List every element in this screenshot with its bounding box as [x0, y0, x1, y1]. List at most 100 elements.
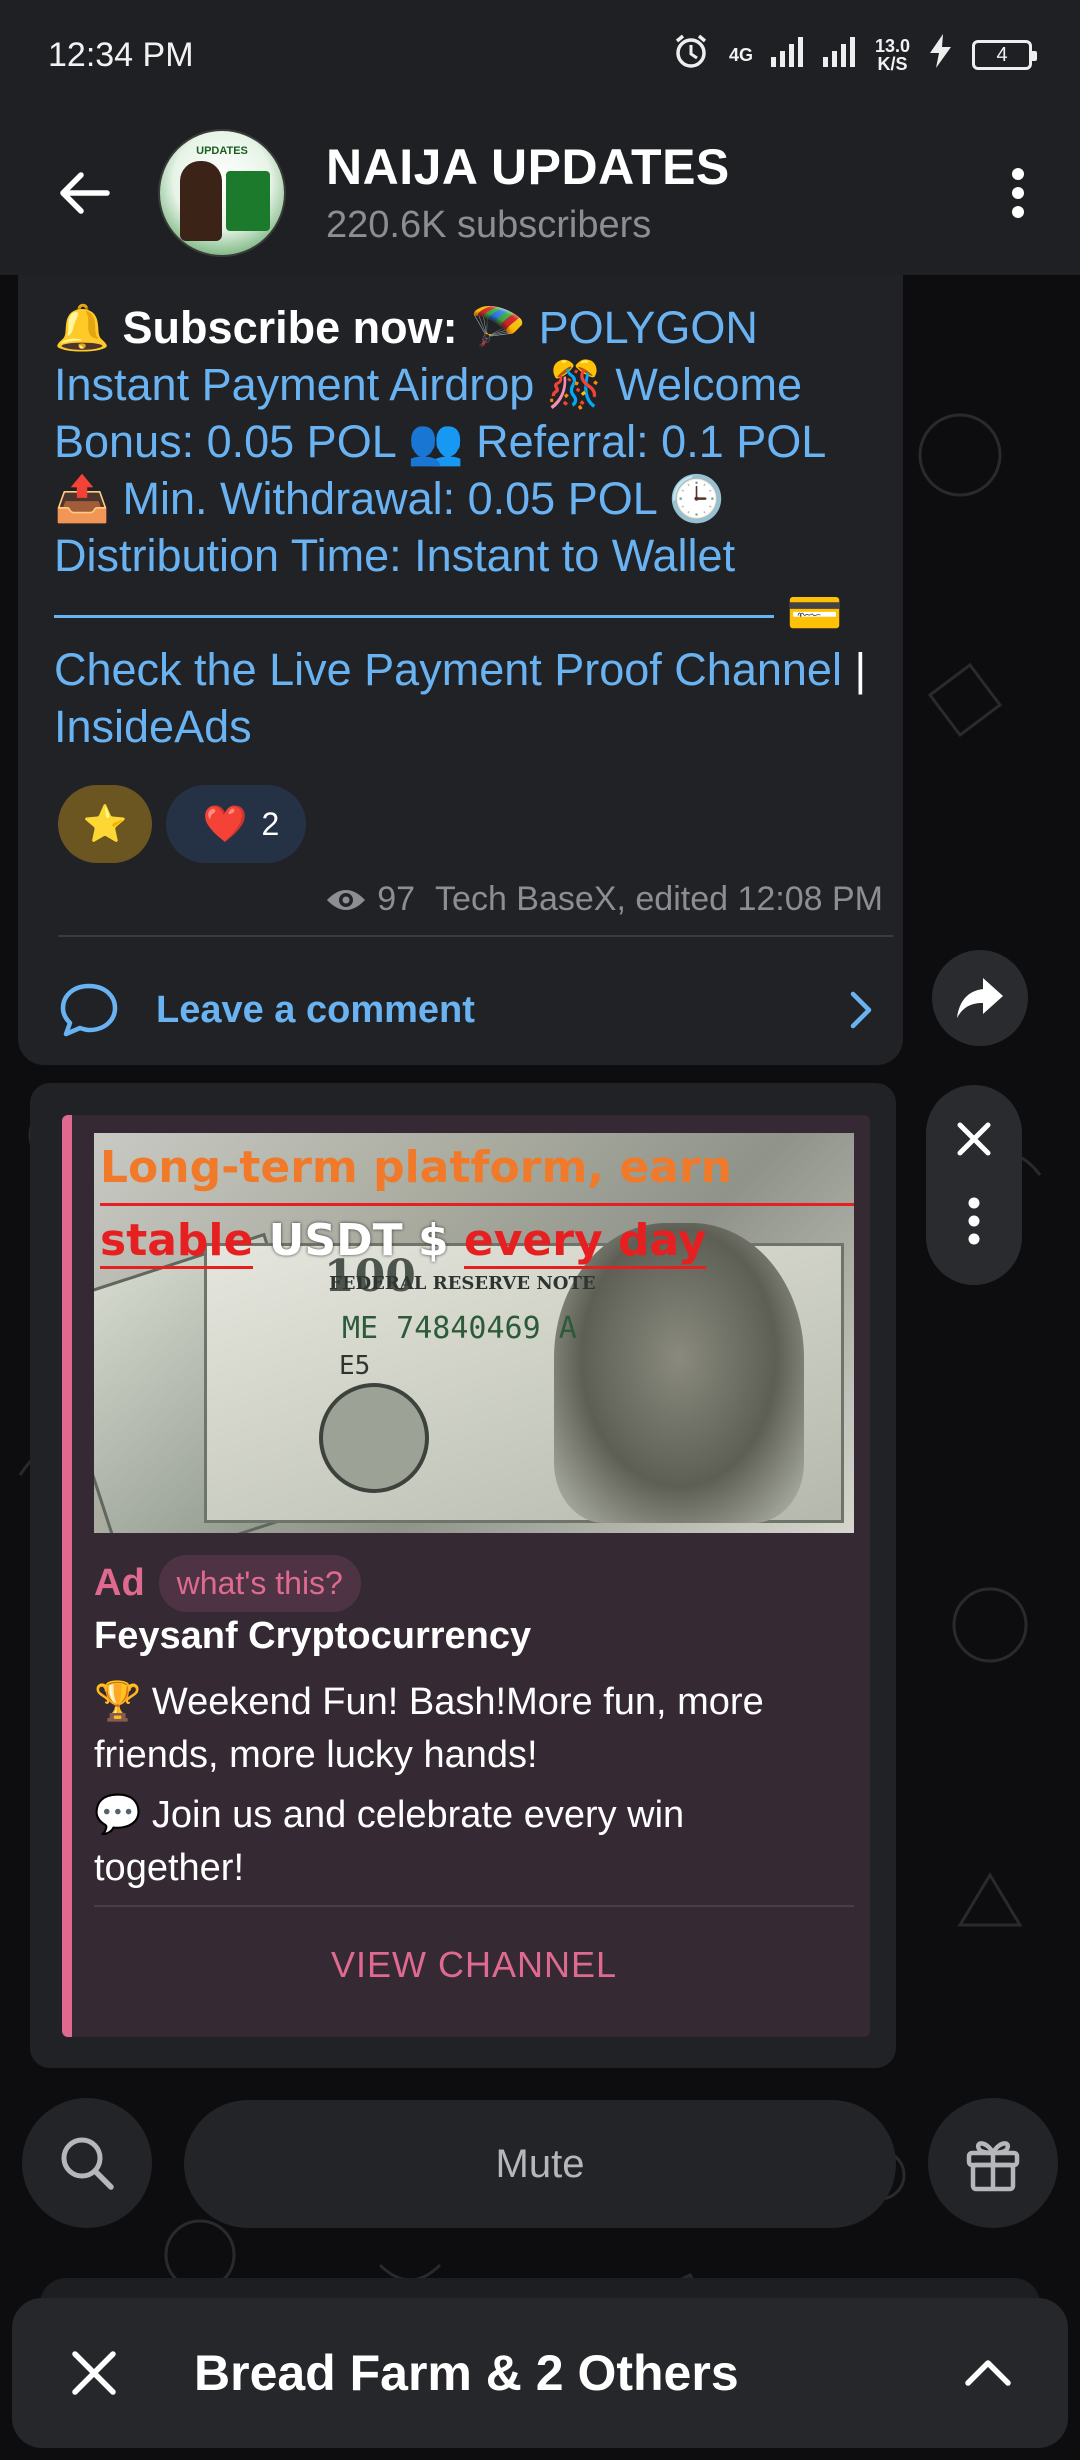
- avatar-person: [180, 160, 222, 241]
- ad-accent-bar: [62, 1115, 72, 2037]
- comment-divider: [58, 935, 893, 937]
- gift-icon: [966, 2141, 1020, 2192]
- back-button[interactable]: [34, 143, 134, 243]
- comment-label: Leave a comment: [156, 988, 475, 1031]
- more-options-button[interactable]: [978, 143, 1058, 243]
- more-vertical-icon: [1012, 167, 1024, 218]
- ad-label-row: Ad what's this?: [94, 1555, 361, 1612]
- parachute-emoji: 🪂: [470, 301, 527, 354]
- leave-comment-button[interactable]: Leave a comment: [58, 965, 873, 1055]
- header-text[interactable]: NAIJA UPDATES 220.6K subscribers: [326, 138, 978, 247]
- ad-line-1-text: Weekend Fun! Bash!More fun, more friends…: [94, 1681, 764, 1776]
- network-speed-unit: K/S: [877, 54, 908, 74]
- ad-image-headline: Long-term platform, earn stable USDT $ e…: [100, 1133, 854, 1276]
- ad-body: 🏆 Weekend Fun! Bash!More fun, more frien…: [94, 1675, 834, 1895]
- banknote-seal: [319, 1383, 429, 1493]
- headline-stable: stable: [100, 1215, 254, 1269]
- more-vertical-icon: [968, 1197, 980, 1244]
- signal-icon-2: [822, 35, 857, 76]
- speech-emoji: 💬: [94, 1792, 142, 1836]
- gift-button[interactable]: [928, 2098, 1058, 2228]
- ad-tag: Ad: [94, 1562, 145, 1604]
- reactions: ⭐ ❤️ 2: [58, 785, 306, 863]
- status-time: 12:34 PM: [48, 35, 194, 74]
- card-emoji: 💳: [786, 586, 843, 639]
- search-button[interactable]: [22, 2098, 152, 2228]
- trophy-emoji: 🏆: [94, 1679, 142, 1723]
- close-ad-button[interactable]: [956, 1121, 992, 1162]
- channel-avatar[interactable]: UPDATES: [158, 128, 286, 257]
- close-icon: [957, 1122, 991, 1155]
- confetti-emoji: 🎊: [546, 358, 603, 411]
- post-lead: Subscribe now:: [122, 302, 458, 353]
- outbox-emoji: 📤: [54, 472, 111, 525]
- avatar-panel: [226, 170, 270, 231]
- post-dashes[interactable]: ————————————————: [54, 587, 774, 638]
- post-link-insideads[interactable]: InsideAds: [54, 701, 252, 752]
- expand-sheet-button[interactable]: [938, 2323, 1038, 2423]
- status-bar: 12:34 PM 4G 13.0 K/S 4: [0, 0, 1080, 110]
- network-speed: 13.0 K/S: [875, 37, 910, 73]
- bottom-sheet[interactable]: Bread Farm & 2 Others: [12, 2298, 1068, 2448]
- charging-icon: [928, 33, 954, 77]
- view-channel-button[interactable]: VIEW CHANNEL: [94, 1915, 854, 2015]
- status-icons: 4G 13.0 K/S 4: [671, 31, 1037, 80]
- headline-usdt: USDT $: [268, 1215, 449, 1266]
- sheet-title: Bread Farm & 2 Others: [194, 2345, 739, 2401]
- whats-this-button[interactable]: what's this?: [158, 1555, 361, 1612]
- post-text: 🔔 Subscribe now: 🪂 POLYGON Instant Payme…: [54, 299, 884, 755]
- post-meta: 97 Tech BaseX, edited 12:08 PM: [325, 880, 883, 919]
- back-arrow-icon: [60, 171, 110, 214]
- search-icon: [61, 2137, 114, 2190]
- ad-card[interactable]: 100 FEDERAL RESERVE NOTE ME 74840469 A E…: [62, 1115, 870, 2037]
- heart-icon: ❤️: [202, 804, 248, 845]
- network-speed-value: 13.0: [874, 36, 910, 56]
- channel-header: UPDATES NAIJA UPDATES 220.6K subscribers: [0, 110, 1080, 275]
- post-link-4[interactable]: Min. Withdrawal: 0.05 POL: [123, 473, 657, 524]
- post-separator: |: [854, 644, 867, 695]
- ad-image[interactable]: 100 FEDERAL RESERVE NOTE ME 74840469 A E…: [94, 1133, 854, 1533]
- close-icon: [72, 2351, 116, 2395]
- post-author-edited: Tech BaseX, edited 12:08 PM: [435, 880, 883, 918]
- close-sheet-button[interactable]: [44, 2323, 144, 2423]
- reaction-heart[interactable]: ❤️ 2: [166, 785, 306, 863]
- headline-line-1: Long-term platform, earn: [100, 1133, 854, 1206]
- views-eye-icon: [327, 889, 366, 910]
- sponsored-message: 100 FEDERAL RESERVE NOTE ME 74840469 A E…: [30, 1083, 896, 2068]
- avatar-text: UPDATES: [196, 144, 248, 157]
- alarm-icon: [671, 31, 711, 80]
- post-link-5[interactable]: Distribution Time: Instant to Wallet: [54, 530, 735, 581]
- banknote-serial: ME 74840469 A: [342, 1311, 577, 1346]
- banknote-code: E5: [339, 1351, 371, 1381]
- view-count: 97: [377, 880, 416, 918]
- ad-advertiser: Feysanf Cryptocurrency: [94, 1615, 532, 1657]
- headline-line-2: stable USDT $ every day: [100, 1206, 854, 1276]
- chevron-up-icon: [965, 2360, 1011, 2386]
- share-button[interactable]: [932, 950, 1028, 1046]
- bell-emoji: 🔔: [54, 301, 111, 354]
- share-arrow-icon: [957, 978, 1003, 1018]
- reaction-star[interactable]: ⭐: [58, 785, 152, 863]
- comment-bubble-icon: [60, 983, 118, 1037]
- signal-icon: [770, 35, 805, 76]
- post-link-6[interactable]: Check the Live Payment Proof Channel: [54, 644, 842, 695]
- ad-line-2: 💬 Join us and celebrate every win togeth…: [94, 1788, 834, 1895]
- banknote-bank: FEDERAL RESERVE NOTE: [329, 1273, 596, 1294]
- ad-divider: [94, 1905, 854, 1907]
- post-link-3[interactable]: Referral: 0.1 POL: [476, 416, 825, 467]
- battery-icon: 4: [972, 40, 1037, 70]
- ad-line-2-text: Join us and celebrate every win together…: [94, 1794, 685, 1889]
- people-emoji: 👥: [407, 415, 464, 468]
- headline-every-day: every day: [463, 1215, 707, 1269]
- ad-more-button[interactable]: [968, 1197, 980, 1250]
- network-type: 4G: [728, 45, 753, 65]
- channel-title: NAIJA UPDATES: [326, 139, 730, 195]
- subscriber-count: 220.6K subscribers: [326, 204, 652, 246]
- ad-line-1: 🏆 Weekend Fun! Bash!More fun, more frien…: [94, 1675, 834, 1782]
- mute-button[interactable]: Mute: [184, 2100, 896, 2228]
- reaction-count: 2: [261, 805, 280, 842]
- star-icon: ⭐: [82, 804, 128, 845]
- chevron-right-icon: [850, 991, 872, 1029]
- clock-emoji: 🕒: [668, 472, 725, 525]
- ad-controls: [926, 1085, 1022, 1285]
